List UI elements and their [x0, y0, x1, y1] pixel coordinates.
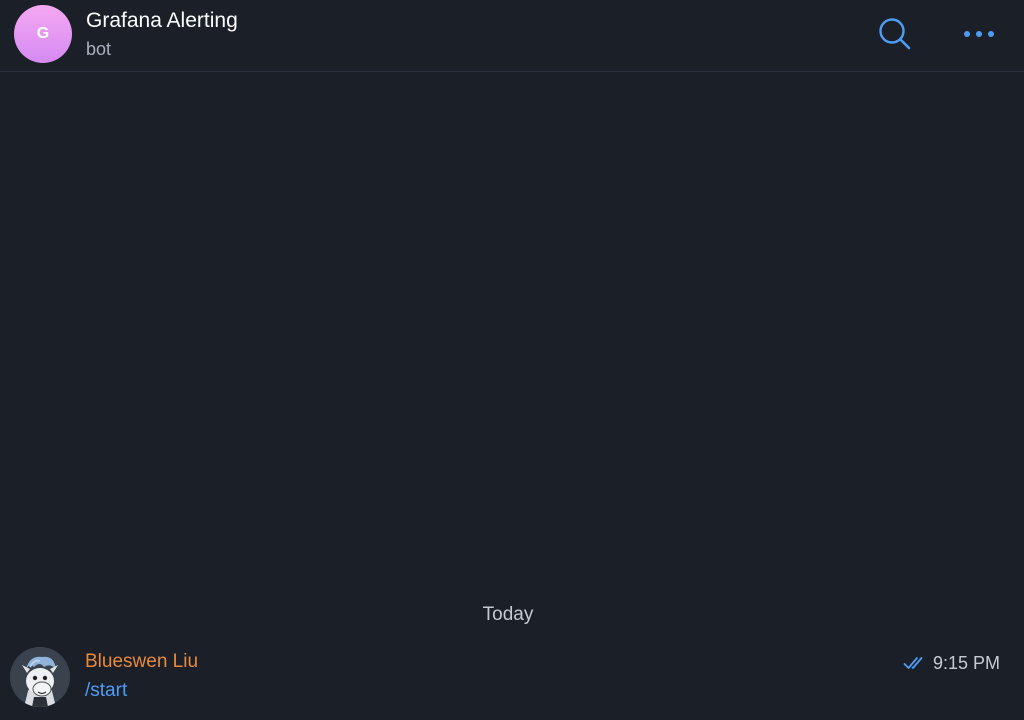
- chat-subtitle: bot: [86, 39, 112, 59]
- sender-avatar-image: [10, 647, 70, 707]
- more-horizontal-icon: [964, 31, 994, 37]
- message-item[interactable]: Blueswen Liu /start 9:15 PM: [0, 640, 1024, 720]
- chat-title[interactable]: Grafana Alerting: [86, 8, 238, 34]
- chat-avatar-letter: G: [36, 25, 50, 42]
- more-options-button[interactable]: [958, 18, 1000, 50]
- chat-window: G Grafana Alerting bot Today Blueswen Li…: [0, 0, 1024, 720]
- search-button[interactable]: [874, 14, 914, 54]
- message-author[interactable]: Blueswen Liu: [85, 650, 198, 674]
- message-time: 9:15 PM: [932, 653, 1000, 673]
- search-icon: [879, 18, 911, 50]
- message-status: 9:15 PM: [903, 652, 1000, 674]
- double-check-icon: [903, 657, 923, 669]
- date-divider: Today: [482, 604, 534, 625]
- sender-avatar[interactable]: [10, 647, 70, 707]
- message-command-link[interactable]: /start: [85, 679, 127, 703]
- chat-avatar[interactable]: G: [14, 5, 72, 63]
- chat-header: G Grafana Alerting bot: [0, 0, 1024, 72]
